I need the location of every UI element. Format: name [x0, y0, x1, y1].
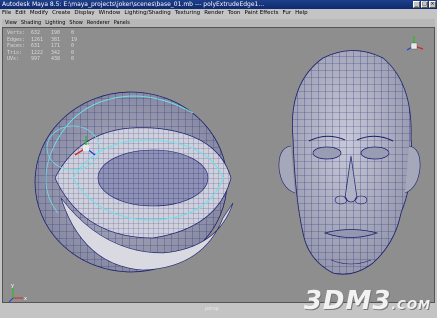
menu-lighting-shading[interactable]: Lighting/Shading — [124, 9, 170, 18]
menu-file[interactable]: File — [2, 9, 11, 18]
axis-y-label: y — [11, 283, 14, 289]
panel-menu-lighting[interactable]: Lighting — [45, 19, 65, 27]
world-axis-icon: x y — [8, 283, 27, 302]
viewport-scene: x y — [8, 36, 424, 302]
menu-edit[interactable]: Edit — [15, 9, 26, 18]
menu-create[interactable]: Create — [52, 9, 70, 18]
panel-menu-show[interactable]: Show — [69, 19, 83, 27]
window-title: Autodesk Maya 8.5: E:\maya_projects\joke… — [2, 1, 265, 8]
menu-help[interactable]: Help — [295, 9, 308, 18]
menu-paint-effects[interactable]: Paint Effects — [244, 9, 278, 18]
window-controls: _ □ × — [413, 1, 436, 8]
panel-menu-shading[interactable]: Shading — [21, 19, 41, 27]
menu-display[interactable]: Display — [74, 9, 94, 18]
close-button[interactable]: × — [429, 1, 436, 8]
camera-name-label: persp — [205, 306, 220, 312]
axis-x-label: x — [24, 296, 27, 302]
main-menu-bar: File Edit Modify Create Display Window L… — [0, 9, 437, 18]
menu-window[interactable]: Window — [99, 9, 121, 18]
menu-toon[interactable]: Toon — [228, 9, 241, 18]
menu-texturing[interactable]: Texturing — [175, 9, 200, 18]
panel-menu-panels[interactable]: Panels — [114, 19, 130, 27]
head-mesh[interactable] — [278, 50, 421, 275]
minimize-button[interactable]: _ — [413, 1, 420, 8]
panel-menu-view[interactable]: View — [5, 19, 17, 27]
view-axis-gizmo[interactable] — [406, 36, 424, 51]
eye-mesh[interactable] — [34, 91, 234, 273]
perspective-viewport[interactable]: x y Verts: 632 190 0 Edges: 1261 381 19 … — [2, 27, 435, 303]
maximize-button[interactable]: □ — [421, 1, 428, 8]
maya-window: Autodesk Maya 8.5: E:\maya_projects\joke… — [0, 0, 437, 318]
panel-menu-bar: View Shading Lighting Show Renderer Pane… — [2, 19, 435, 27]
panel-menu-renderer[interactable]: Renderer — [87, 19, 110, 27]
menu-fur[interactable]: Fur — [283, 9, 292, 18]
menu-modify[interactable]: Modify — [30, 9, 48, 18]
watermark-logo: 3DM3.COM — [303, 286, 431, 316]
poly-count-hud: Verts: 632 190 0 Edges: 1261 381 19 Face… — [7, 30, 85, 63]
menu-render[interactable]: Render — [204, 9, 224, 18]
title-bar[interactable]: Autodesk Maya 8.5: E:\maya_projects\joke… — [0, 0, 437, 9]
hud-row-uvs: UVs: 997 438 0 — [7, 56, 75, 62]
